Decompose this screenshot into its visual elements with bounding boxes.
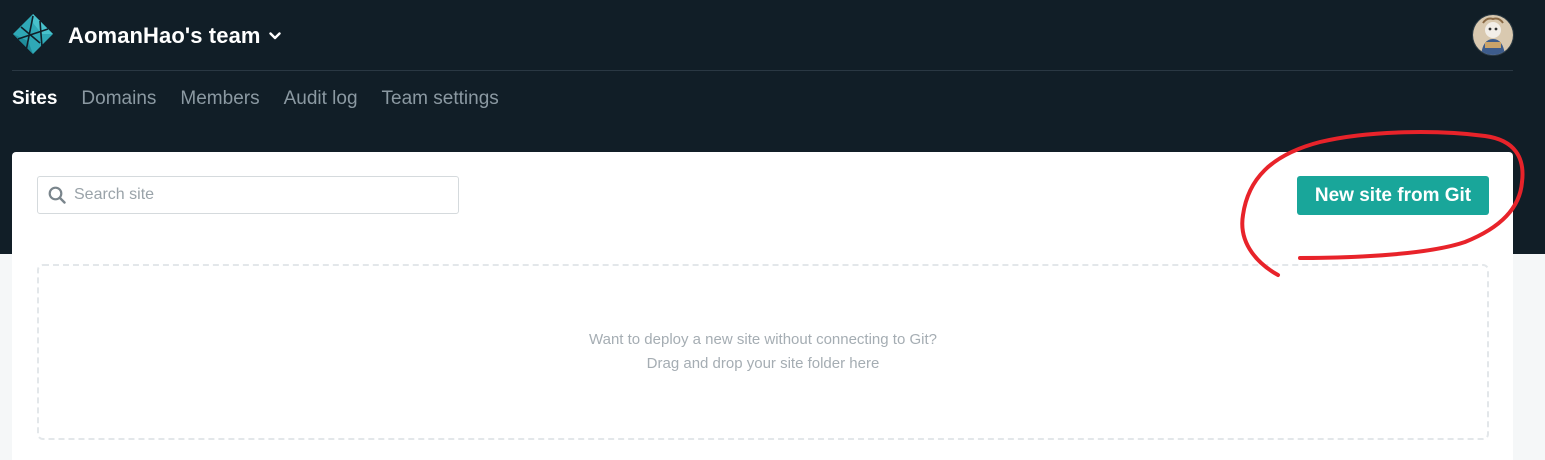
team-nav: Sites Domains Members Audit log Team set… bbox=[12, 88, 499, 110]
new-site-from-git-button[interactable]: New site from Git bbox=[1297, 176, 1489, 215]
nav-item-members[interactable]: Members bbox=[180, 88, 259, 110]
team-name: AomanHao's team bbox=[68, 23, 261, 48]
page: AomanHao's team Sites Domains Members Au… bbox=[0, 0, 1545, 460]
nav-item-team-settings[interactable]: Team settings bbox=[382, 88, 499, 110]
drop-zone-question: Want to deploy a new site without connec… bbox=[589, 331, 937, 348]
search-box[interactable] bbox=[37, 176, 459, 214]
drop-zone-instruction: Drag and drop your site folder here bbox=[646, 355, 880, 372]
chevron-down-icon bbox=[268, 32, 281, 40]
user-avatar[interactable] bbox=[1472, 14, 1514, 56]
search-icon bbox=[48, 186, 66, 204]
netlify-logo-icon[interactable] bbox=[12, 13, 54, 55]
team-switcher[interactable]: AomanHao's team bbox=[68, 20, 281, 52]
site-drop-zone[interactable]: Want to deploy a new site without connec… bbox=[37, 264, 1489, 440]
sites-card: New site from Git Want to deploy a new s… bbox=[12, 152, 1513, 460]
nav-item-audit-log[interactable]: Audit log bbox=[284, 88, 358, 110]
search-input[interactable] bbox=[72, 185, 446, 205]
nav-item-domains[interactable]: Domains bbox=[81, 88, 156, 110]
avatar-image bbox=[1473, 15, 1513, 55]
header-divider bbox=[12, 70, 1513, 71]
nav-item-sites[interactable]: Sites bbox=[12, 88, 57, 110]
